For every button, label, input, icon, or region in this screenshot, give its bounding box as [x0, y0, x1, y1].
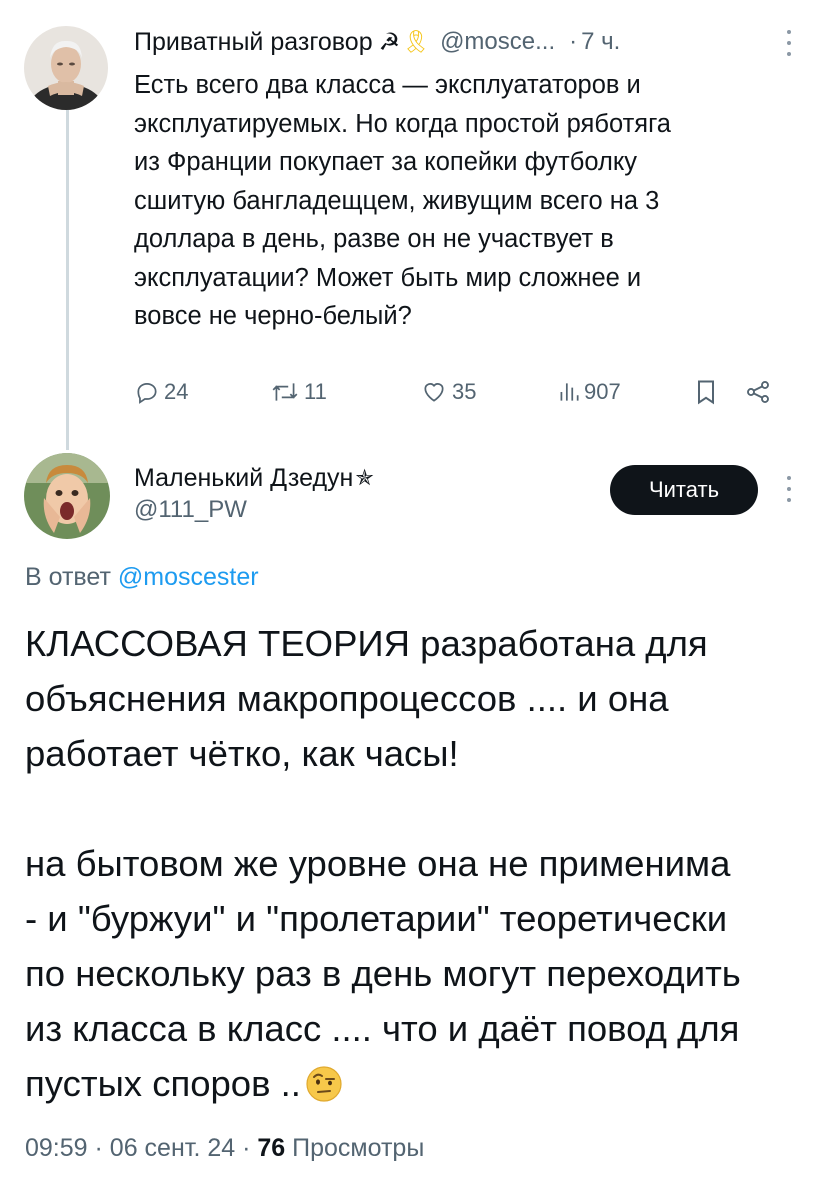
main-tweet-text: КЛАССОВАЯ ТЕОРИЯ разработана для объясне… [25, 616, 815, 1118]
parent-tweet-text: Есть всего два класса — эксплуататоров и… [134, 71, 671, 330]
parent-author-avatar[interactable] [24, 26, 108, 110]
retweet-button[interactable]: 11 [270, 372, 327, 412]
parent-action-bar: 24 11 35 907 [134, 372, 804, 412]
views-count: 907 [584, 379, 621, 404]
separator-dot: · [242, 1134, 251, 1162]
share-icon [747, 381, 769, 403]
main-tweet-paragraph-2-text: на бытовом же уровне она не применима - … [25, 843, 741, 1104]
main-more-options-icon[interactable] [785, 476, 793, 502]
parent-tweet-header: Приватный разговор ☭ 🎗 @mosce... · 7 ч. [134, 22, 804, 62]
bookmark-icon [698, 380, 714, 405]
views-number: 76 [257, 1134, 286, 1162]
like-button[interactable]: 35 [420, 372, 476, 412]
thread-connector-line [66, 110, 69, 450]
tweet-time[interactable]: 09:59 [25, 1134, 88, 1162]
views-label: Просмотры [292, 1134, 425, 1162]
tweet-meta: 09:59 · 06 сент. 24 · 76 Просмотры [25, 1134, 424, 1163]
reply-prefix: В ответ [25, 563, 111, 591]
heart-icon [424, 383, 444, 402]
parent-author-name[interactable]: Приватный разговор [134, 28, 373, 57]
separator-dot: · [569, 28, 578, 55]
ribbon-icon: 🎗 [402, 29, 431, 54]
bar-chart-icon [560, 383, 579, 401]
face-with-raised-eyebrow-icon [305, 1063, 343, 1118]
reply-handle-link[interactable]: @moscester [118, 563, 259, 591]
reply-icon [137, 383, 157, 404]
parent-tweet-time[interactable]: 7 ч. [581, 28, 620, 56]
share-button[interactable] [744, 372, 772, 412]
parent-more-options-icon[interactable] [785, 30, 793, 56]
reply-button[interactable]: 24 [134, 372, 188, 412]
views-button[interactable]: 907 [558, 372, 621, 412]
main-author-avatar[interactable] [24, 453, 110, 539]
main-tweet-paragraph-1: КЛАССОВАЯ ТЕОРИЯ разработана для объясне… [25, 623, 708, 774]
reply-count: 24 [164, 379, 189, 404]
separator-dot: · [94, 1134, 103, 1162]
bookmark-button[interactable] [694, 372, 718, 412]
retweet-count: 11 [304, 379, 327, 404]
parent-author-handle[interactable]: @mosce... [440, 28, 555, 56]
main-tweet-paragraph-2: на бытовом же уровне она не применима - … [25, 836, 815, 1118]
main-author-handle[interactable]: @111_PW [134, 496, 247, 524]
star-icon: ✯ [355, 465, 374, 490]
tweet-date[interactable]: 06 сент. 24 [110, 1134, 235, 1162]
hammer-sickle-icon: ☭ [378, 28, 401, 56]
follow-button[interactable]: Читать [610, 465, 758, 515]
main-author-name[interactable]: Маленький Дзедун [134, 464, 353, 493]
reply-context: В ответ @moscester [25, 563, 259, 592]
like-count: 35 [452, 379, 477, 404]
main-author-name-row: Маленький Дзедун ✯ [134, 458, 374, 498]
retweet-icon [272, 383, 298, 401]
